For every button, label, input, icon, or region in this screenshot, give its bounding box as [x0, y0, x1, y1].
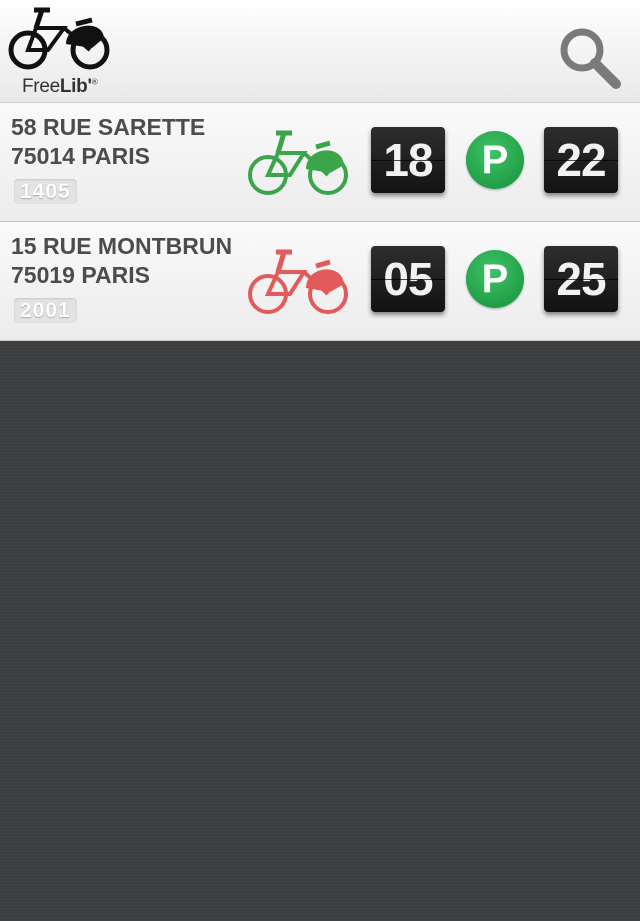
station-number-badge: 1405 — [14, 179, 77, 204]
parking-icon: P — [466, 131, 524, 189]
search-icon — [560, 28, 621, 89]
address-city: 75014 PARIS — [11, 143, 150, 169]
address-street: 15 RUE MONTBRUN — [11, 233, 233, 259]
station-number-badge: 2001 — [14, 298, 77, 323]
address-city: 75019 PARIS — [11, 262, 150, 288]
address-street: 58 RUE SARETTE — [11, 114, 206, 140]
logo-wordmark: FreeLib'® — [22, 76, 98, 97]
bike-logo-icon — [8, 7, 110, 70]
station-row[interactable]: 58 RUE SARETTE 75014 PARIS 1405 18 P 22 — [0, 103, 640, 222]
bikes-available-counter: 18 — [371, 127, 445, 193]
station-address: 15 RUE MONTBRUN 75019 PARIS — [11, 232, 232, 290]
freelib-logo: FreeLib'® — [6, 4, 118, 98]
station-row[interactable]: 15 RUE MONTBRUN 75019 PARIS 2001 05 P 25 — [0, 222, 640, 341]
station-list: 58 RUE SARETTE 75014 PARIS 1405 18 P 22 … — [0, 103, 640, 341]
station-address: 58 RUE SARETTE 75014 PARIS — [11, 113, 205, 171]
parking-slots-counter: 22 — [544, 127, 618, 193]
bikes-available-counter: 05 — [371, 246, 445, 312]
search-button[interactable] — [556, 24, 622, 90]
parking-slots-counter: 25 — [544, 246, 618, 312]
bike-icon-green — [248, 130, 348, 195]
bike-icon-red — [248, 249, 348, 314]
parking-icon: P — [466, 250, 524, 308]
top-bar: FreeLib'® — [0, 0, 640, 103]
